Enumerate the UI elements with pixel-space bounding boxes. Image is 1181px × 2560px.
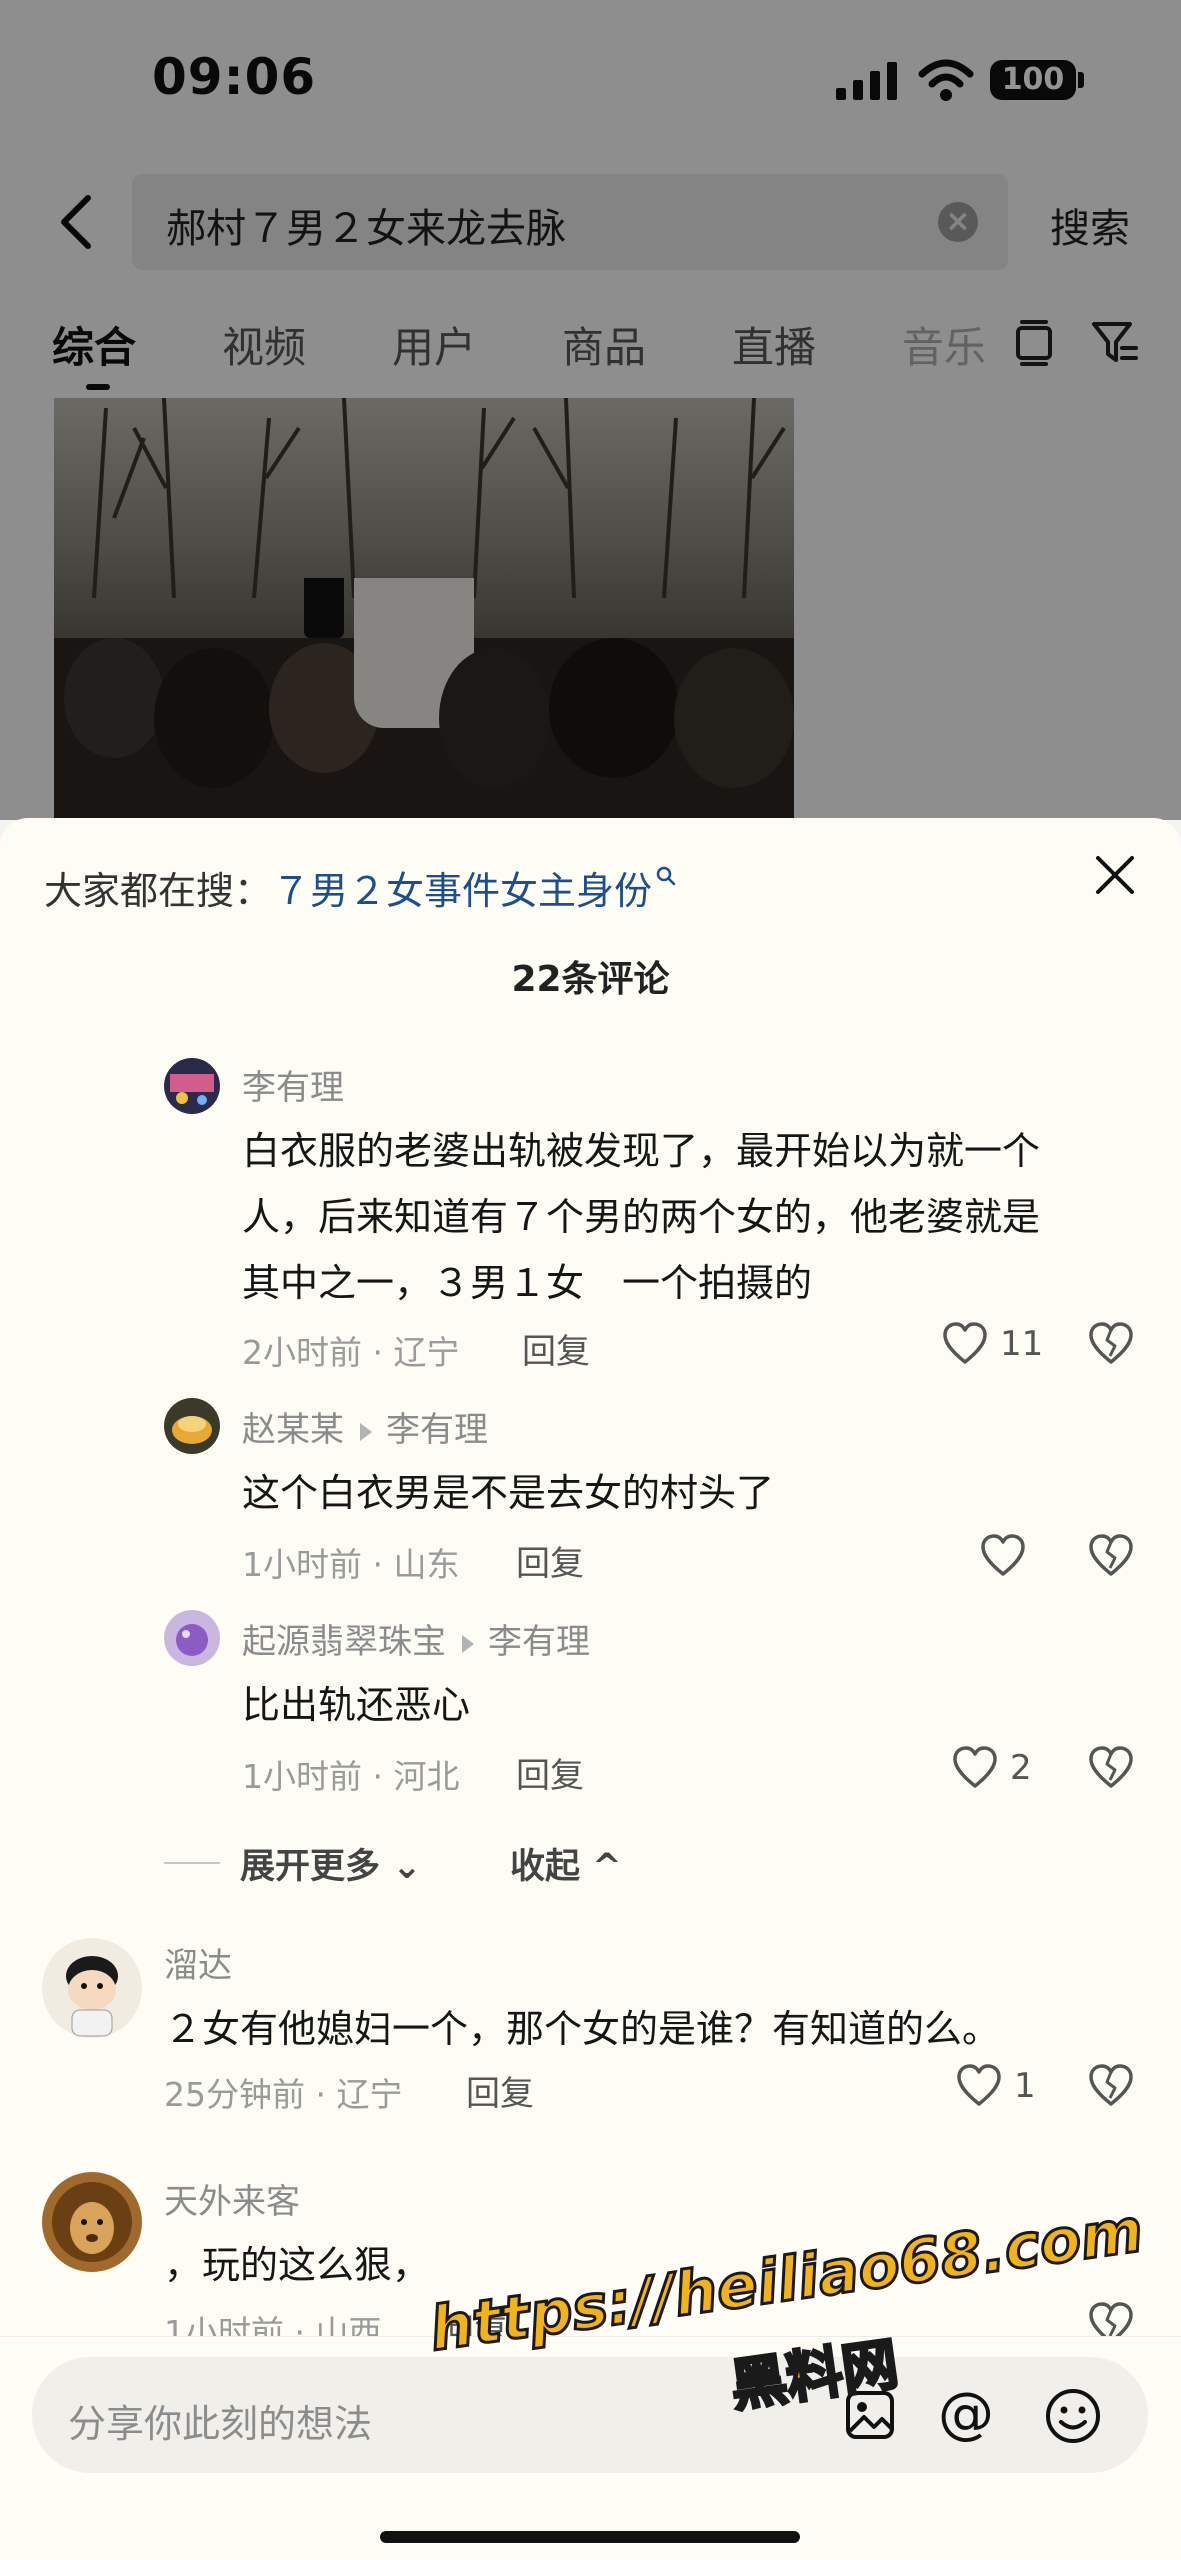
comment-author[interactable]: 天外来客 xyxy=(164,2174,300,2223)
comment-text-line: ，玩的这么狠， xyxy=(164,2243,431,2287)
comment-input-bar: 分享你此刻的想法 @ xyxy=(0,2336,1181,2560)
comment-item: 天外来客 ，玩的这么狠， 1小时前 · 山西 回复 xyxy=(0,818,1181,2352)
comment-sheet: 大家都在搜：７男２女事件女主身份 22条评论 李有理 白衣服的老婆出轨被发现了，… xyxy=(0,818,1181,2560)
dim-overlay[interactable] xyxy=(0,0,1181,820)
emoji-icon[interactable] xyxy=(1044,2387,1102,2445)
avatar[interactable] xyxy=(42,2172,142,2272)
comment-input-placeholder: 分享你此刻的想法 xyxy=(68,2402,373,2446)
mention-icon[interactable]: @ xyxy=(938,2381,994,2446)
comment-input[interactable]: 分享你此刻的想法 @ xyxy=(32,2357,1148,2473)
home-indicator xyxy=(380,2531,800,2543)
image-picker-icon[interactable] xyxy=(842,2387,898,2443)
